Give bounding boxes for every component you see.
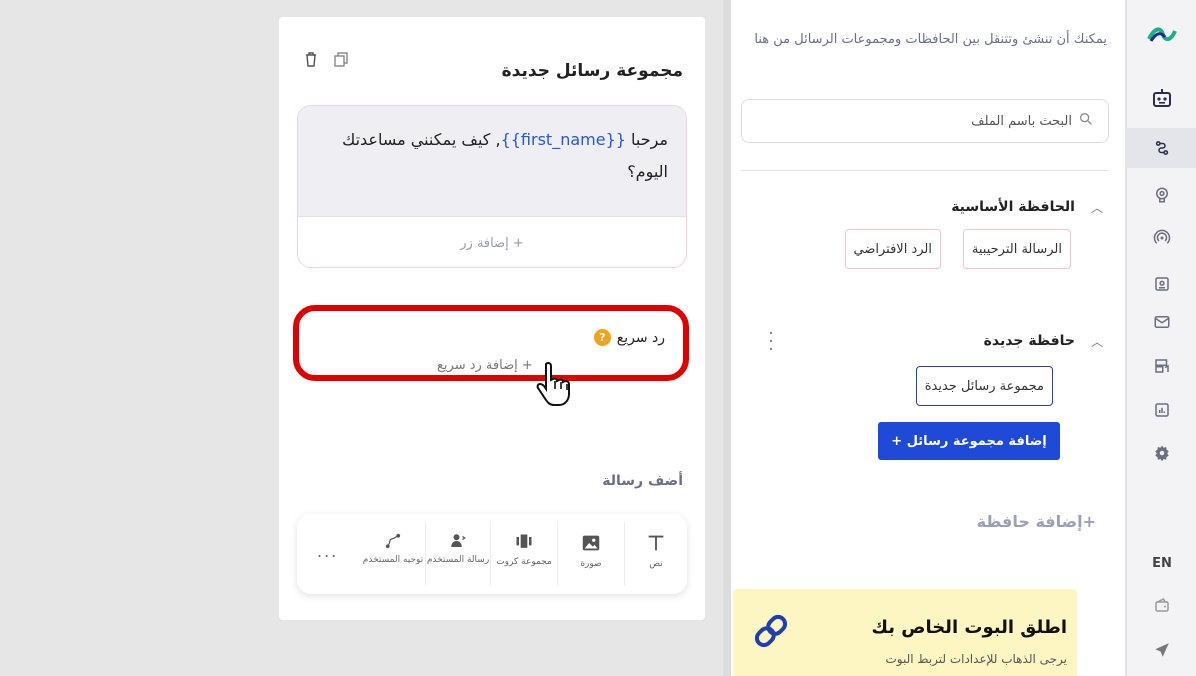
- more-tools-icon[interactable]: ...: [317, 542, 338, 561]
- search-box[interactable]: [741, 99, 1109, 143]
- add-folder-link[interactable]: +إضافة حافظة: [936, 512, 1096, 531]
- logo-icon[interactable]: [1127, 15, 1196, 55]
- divider: [624, 522, 625, 586]
- ai-brain-icon[interactable]: [1127, 175, 1196, 215]
- add-button-link[interactable]: + إضافة زر: [298, 217, 686, 267]
- message-type-toolbar: نص صورة مجموعة كروت رسالة المستخدم توجيه…: [297, 514, 687, 594]
- link-icon: [754, 614, 788, 648]
- launch-bot-banner[interactable]: اطلق البوت الخاص بك يرجى الذهاب للإعدادا…: [733, 589, 1077, 676]
- tool-user-redirect[interactable]: توجيه المستخدم: [361, 522, 425, 586]
- folder-title: الحافظة الأساسية: [951, 199, 1075, 215]
- user-message-icon: [451, 534, 466, 547]
- tool-label: نص: [649, 559, 663, 569]
- analytics-icon[interactable]: [1127, 390, 1196, 430]
- trash-icon[interactable]: [303, 51, 319, 71]
- panel-description: يمكنك أن تنشئ وتتنقل بين الحافظات ومجموع…: [754, 32, 1107, 47]
- folder-header-main[interactable]: ︿ الحافظة الأساسية: [743, 195, 1103, 219]
- chevron-up-icon[interactable]: ︿: [1091, 333, 1103, 350]
- contacts-icon[interactable]: [1127, 264, 1196, 304]
- search-icon: [1078, 111, 1094, 131]
- tool-label: مجموعة كروت: [496, 557, 552, 567]
- settings-gear-icon[interactable]: [1127, 433, 1196, 473]
- kebab-menu-icon[interactable]: · · ·: [766, 325, 776, 359]
- send-icon[interactable]: [1127, 630, 1196, 670]
- redirect-icon: [385, 533, 401, 549]
- add-message-title: أضف رسالة: [602, 473, 683, 489]
- hand-cursor-icon: [536, 361, 570, 406]
- templates-icon[interactable]: [1127, 346, 1196, 386]
- folder-title: حافظة جديدة: [983, 333, 1075, 349]
- divider: [425, 522, 426, 586]
- broadcast-icon[interactable]: [1127, 218, 1196, 258]
- folders-panel: يمكنك أن تنشئ وتتنقل بين الحافظات ومجموع…: [731, 0, 1125, 676]
- help-icon[interactable]: ?: [593, 329, 611, 346]
- text-message-block[interactable]: مرحبا {{first_name}}, كيف يمكنني مساعدتك…: [297, 105, 687, 268]
- quick-reply-label-row: رد سريع ?: [593, 329, 665, 346]
- message-group-card: مجموعة رسائل جديدة مرحبا {{first_name}},…: [279, 17, 705, 620]
- chip-welcome-message[interactable]: الرسالة الترحيبية: [962, 229, 1071, 269]
- icon-rail: EN: [1126, 0, 1196, 676]
- card-title: مجموعة رسائل جديدة: [501, 61, 683, 81]
- divider: [557, 522, 558, 586]
- tool-image[interactable]: صورة: [558, 522, 624, 586]
- chip-new-message-group[interactable]: مجموعة رسائل جديدة: [915, 366, 1053, 406]
- message-prefix: مرحبا: [625, 130, 668, 149]
- divider: [490, 522, 491, 586]
- chevron-up-icon[interactable]: ︿: [1091, 199, 1103, 216]
- search-input[interactable]: [742, 113, 1072, 129]
- tool-label: رسالة المستخدم: [426, 555, 490, 565]
- folder-header-new[interactable]: ︿ حافظة جديدة: [743, 329, 1103, 353]
- tool-text[interactable]: نص: [625, 522, 687, 586]
- text-icon: [648, 535, 664, 551]
- flows-icon[interactable]: [1127, 128, 1196, 168]
- add-message-group-button[interactable]: إضافة مجموعة رسائل +: [878, 422, 1060, 460]
- variable-first-name: {{first_name}}: [500, 130, 626, 149]
- inbox-icon[interactable]: [1127, 302, 1196, 342]
- message-text[interactable]: مرحبا {{first_name}}, كيف يمكنني مساعدتك…: [298, 106, 686, 216]
- banner-title: اطلق البوت الخاص بك: [871, 617, 1067, 638]
- panel-divider: [723, 0, 731, 676]
- quick-reply-label: رد سريع: [616, 329, 665, 346]
- tool-card-gallery[interactable]: مجموعة كروت: [491, 522, 557, 586]
- image-icon: [582, 535, 600, 551]
- banner-subtitle: يرجى الذهاب للإعدادات لتربط البوت: [885, 652, 1067, 666]
- card-tools: [303, 51, 349, 71]
- tool-label: صورة: [580, 559, 602, 569]
- divider: [741, 170, 1109, 171]
- bot-icon[interactable]: [1127, 78, 1196, 118]
- copy-icon[interactable]: [333, 51, 349, 71]
- add-quick-reply-link[interactable]: + إضافة رد سريع: [437, 358, 533, 373]
- tool-user-input[interactable]: رسالة المستخدم: [426, 522, 490, 586]
- wallet-icon[interactable]: [1127, 585, 1196, 625]
- quick-reply-section: رد سريع ? + إضافة رد سريع: [293, 305, 689, 381]
- language-switch[interactable]: EN: [1127, 543, 1196, 583]
- tool-label: توجيه المستخدم: [362, 555, 424, 565]
- chip-default-reply[interactable]: الرد الافتراضي: [844, 229, 941, 269]
- gallery-icon: [516, 534, 532, 548]
